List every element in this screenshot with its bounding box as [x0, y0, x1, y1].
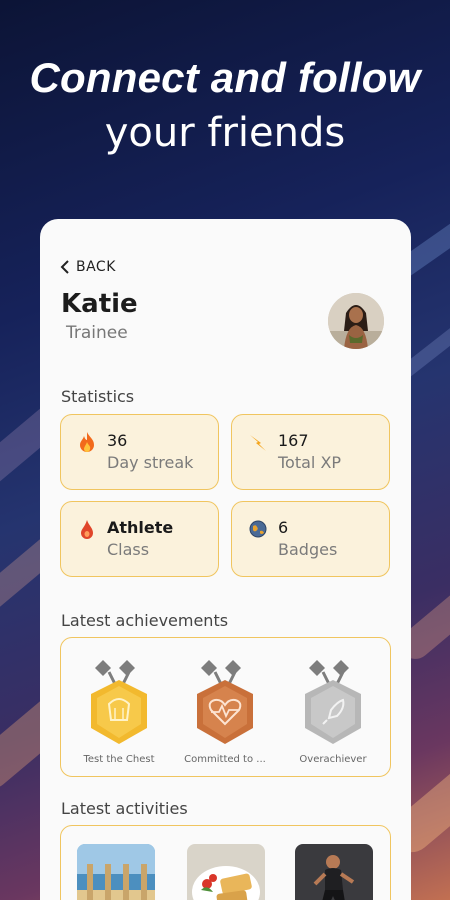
stat-label: Badges	[278, 540, 338, 559]
stat-badges[interactable]: 6 Badges	[231, 501, 390, 577]
globe-badge-icon	[249, 520, 267, 538]
achievements-title: Latest achievements	[61, 611, 229, 630]
back-label: BACK	[76, 259, 116, 275]
activity-thumbnail-meal[interactable]	[187, 844, 265, 900]
headline-line-2: your friends	[104, 110, 346, 156]
stat-value: Athlete	[107, 518, 174, 537]
stat-label: Class	[107, 540, 150, 559]
activity-thumbnail-beach[interactable]	[77, 844, 155, 900]
lightning-icon	[250, 435, 266, 451]
stat-value: 167	[278, 431, 309, 450]
achievement-item[interactable]: Overachiever	[283, 658, 383, 768]
headline: Connect and follow your friends	[0, 52, 450, 162]
stat-class[interactable]: Athlete Class	[60, 501, 219, 577]
achievement-label: Committed to ...	[184, 754, 266, 765]
fire-icon	[80, 432, 94, 452]
stat-label: Total XP	[278, 453, 342, 472]
flame-drop-icon	[81, 520, 93, 539]
profile-role: Trainee	[66, 323, 128, 343]
achievement-label: Overachiever	[299, 754, 367, 765]
activities-list	[60, 825, 391, 900]
headline-line-1: Connect and follow	[29, 54, 421, 101]
stat-day-streak[interactable]: 36 Day streak	[60, 414, 219, 490]
stat-value: 36	[107, 431, 128, 450]
back-button[interactable]: BACK	[60, 259, 116, 275]
stat-value: 6	[278, 518, 289, 537]
achievement-item[interactable]: Committed to ...	[175, 658, 275, 768]
activity-thumbnail-workout[interactable]	[295, 844, 373, 900]
cupcake-medal-icon	[91, 660, 147, 744]
heartbeat-medal-icon	[197, 660, 253, 744]
chevron-left-icon	[60, 260, 69, 274]
statistics-title: Statistics	[61, 387, 135, 406]
rocket-medal-icon	[305, 660, 361, 744]
avatar[interactable]	[328, 293, 384, 349]
activities-title: Latest activities	[61, 799, 188, 818]
stat-total-xp[interactable]: 167 Total XP	[231, 414, 390, 490]
achievement-item[interactable]: Test the Chest	[69, 658, 169, 768]
profile-card: BACK Katie Trainee Statistics 36 Day str…	[40, 219, 411, 900]
profile-name: Katie	[61, 289, 138, 319]
achievements-list: Test the Chest Committed to ... Overachi…	[60, 637, 391, 777]
stat-label: Day streak	[107, 453, 194, 472]
achievement-label: Test the Chest	[83, 754, 155, 765]
